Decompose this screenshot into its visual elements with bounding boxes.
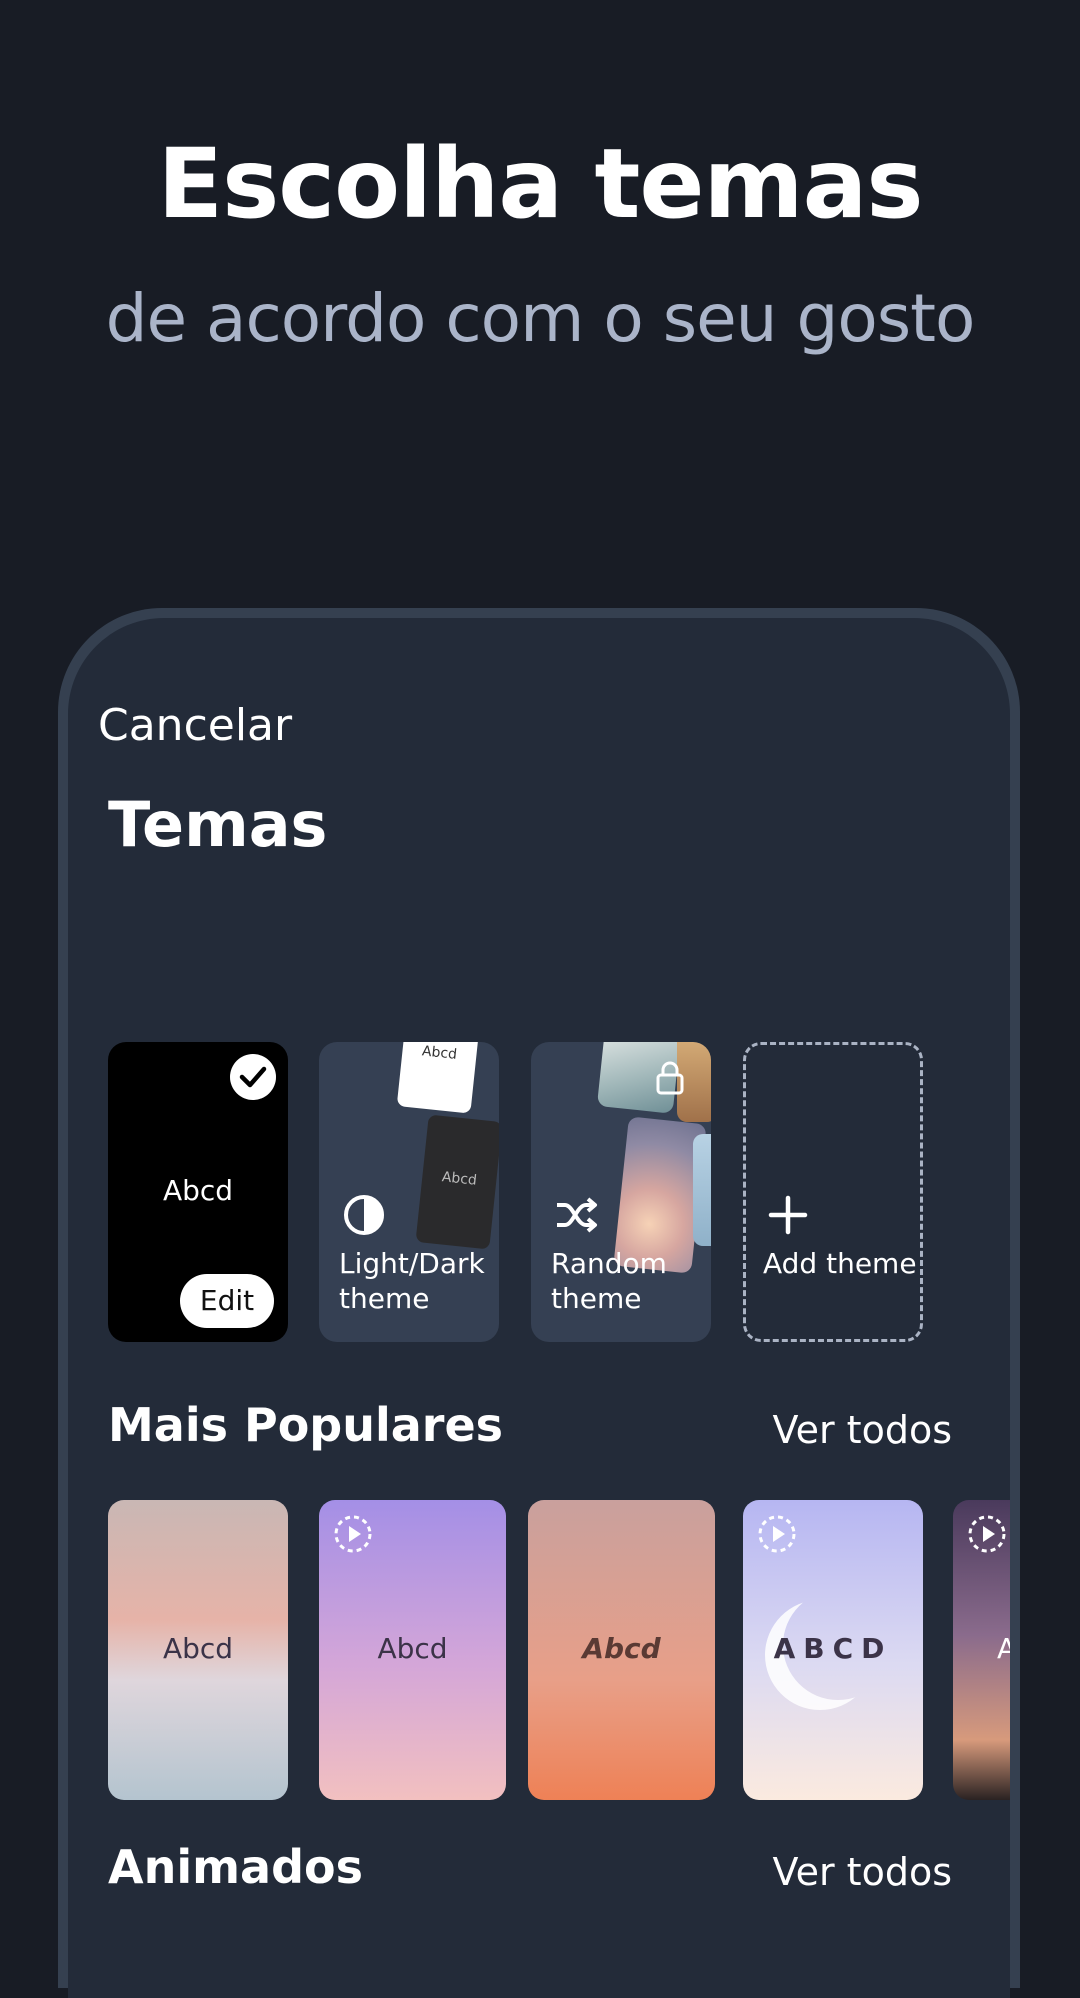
theme-thumbnail-text: Abcd [582,1632,661,1665]
play-icon [968,1515,1006,1553]
plus-icon [768,1195,808,1235]
cancel-button[interactable]: Cancelar [98,700,292,751]
page-title: Temas [108,788,328,861]
section-title-popular: Mais Populares [108,1398,504,1452]
play-icon [334,1515,372,1553]
theme-thumbnail[interactable]: A [953,1500,1010,1800]
phone-frame: Cancelar Temas Abcd Edit Abcd Abcd Light… [58,608,1020,1998]
half-circle-icon [344,1195,384,1235]
theme-thumbnail[interactable]: ABCD [743,1500,923,1800]
phone-screen: Cancelar Temas Abcd Edit Abcd Abcd Light… [68,618,1010,1998]
theme-card-light-dark[interactable]: Abcd Abcd Light/Dark theme [319,1042,499,1342]
theme-thumbnail-text: A [997,1632,1010,1665]
subheadline: de acordo com o seu gosto [105,280,976,357]
theme-card-label: Light/Dark theme [339,1247,485,1315]
photo-blue [693,1134,711,1246]
theme-card-label: Add theme [763,1247,917,1280]
lock-icon [656,1061,684,1095]
see-all-animated-link[interactable]: Ver todos [773,1850,952,1894]
edit-theme-button[interactable]: Edit [180,1274,274,1328]
shuffle-icon [557,1197,597,1233]
theme-thumbnail-text: Abcd [162,1632,234,1665]
mini-preview-light-text: Abcd [421,1043,458,1063]
mini-preview-light: Abcd [396,1042,480,1114]
section-title-animated: Animados [108,1840,363,1894]
theme-thumbnail[interactable]: Abcd [528,1500,715,1800]
play-icon [758,1515,796,1553]
check-icon [230,1054,276,1100]
theme-thumbnail-text: ABCD [773,1632,893,1665]
mini-preview-dark-text: Abcd [441,1169,478,1189]
theme-thumbnail-text: Abcd [377,1632,448,1665]
mini-preview-dark: Abcd [415,1114,499,1250]
theme-preview-text: Abcd [162,1174,234,1207]
theme-card-label: Random theme [551,1247,667,1315]
theme-card-random[interactable]: Random theme [531,1042,711,1342]
see-all-popular-link[interactable]: Ver todos [773,1408,952,1452]
theme-thumbnail[interactable]: Abcd [319,1500,506,1800]
headline: Escolha temas [157,128,924,240]
theme-card-add[interactable]: Add theme [743,1042,923,1342]
theme-thumbnail[interactable]: Abcd [108,1500,288,1800]
theme-card-selected[interactable]: Abcd Edit [108,1042,288,1342]
